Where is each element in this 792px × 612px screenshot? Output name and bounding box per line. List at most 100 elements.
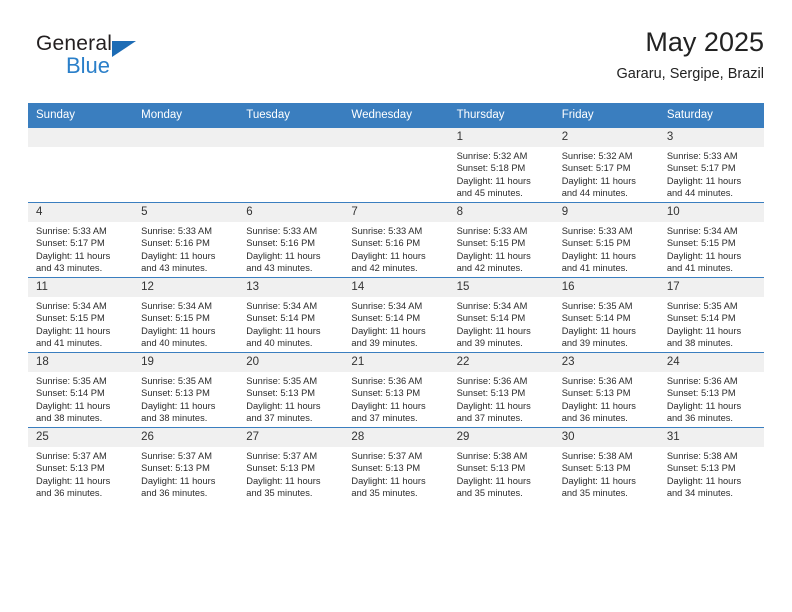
day-details: Sunrise: 5:37 AM Sunset: 5:13 PM Daylight:… (133, 447, 238, 500)
sunset-text: Sunset: 5:13 PM (36, 463, 105, 474)
day-details: Sunrise: 5:33 AM Sunset: 5:16 PM Daylight:… (238, 222, 343, 275)
calendar-day-cell[interactable]: 27 Sunrise: 5:37 AM Sunset: 5:13 PM Dayligh… (238, 427, 344, 502)
calendar-week-row: 25 Sunrise: 5:37 AM Sunset: 5:13 PM Dayligh… (28, 427, 764, 502)
daylight-text-line2: and 43 minutes. (36, 263, 103, 274)
day-number: 30 (553, 428, 659, 447)
daylight-text-line1: Daylight: 11 hours (561, 250, 636, 261)
calendar-day-cell[interactable]: 25 Sunrise: 5:37 AM Sunset: 5:13 PM Dayligh… (28, 427, 134, 502)
calendar-day-cell[interactable]: 30 Sunrise: 5:38 AM Sunset: 5:13 PM Dayligh… (553, 427, 659, 502)
daylight-text-line2: and 35 minutes. (351, 488, 418, 499)
calendar-day-cell[interactable]: 2 Sunrise: 5:32 AM Sunset: 5:17 PM Daylight… (553, 127, 659, 203)
calendar-table: Sunday Monday Tuesday Wednesday Thursday Frid… (28, 103, 764, 502)
sunrise-text: Sunrise: 5:37 AM (141, 451, 212, 461)
calendar-week-row: 18 Sunrise: 5:35 AM Sunset: 5:14 PM Dayligh… (28, 352, 764, 428)
daylight-text-line2: and 41 minutes. (36, 338, 103, 349)
weekday-header-saturday: Saturday (658, 103, 764, 128)
calendar-day-cell[interactable]: 13 Sunrise: 5:34 AM Sunset: 5:14 PM Dayligh… (238, 277, 344, 353)
sunset-text: Sunset: 5:15 PM (666, 238, 736, 249)
sunrise-text: Sunrise: 5:36 AM (456, 376, 528, 386)
daylight-text-line2: and 43 minutes. (141, 263, 208, 274)
day-number: 4 (28, 203, 134, 222)
sunrise-text: Sunrise: 5:34 AM (246, 301, 318, 311)
daylight-text-line1: Daylight: 11 hours (666, 475, 742, 486)
calendar-day-cell[interactable]: 15 Sunrise: 5:34 AM Sunset: 5:14 PM Dayligh… (448, 277, 554, 353)
daylight-text-line1: Daylight: 11 hours (666, 175, 742, 186)
daylight-text-line2: and 34 minutes. (666, 488, 733, 499)
calendar-day-cell[interactable]: 3 Sunrise: 5:33 AM Sunset: 5:17 PM Daylight… (658, 127, 764, 203)
calendar-day-cell[interactable]: 8 Sunrise: 5:33 AM Sunset: 5:15 PM Daylight… (448, 202, 554, 278)
calendar-day-cell[interactable]: 4 Sunrise: 5:33 AM Sunset: 5:17 PM Daylight… (28, 202, 134, 278)
day-number: 1 (448, 128, 554, 147)
calendar-day-cell[interactable]: 12 Sunrise: 5:34 AM Sunset: 5:15 PM Dayligh… (133, 277, 239, 353)
calendar-day-cell[interactable]: 7 Sunrise: 5:33 AM Sunset: 5:16 PM Daylight… (343, 202, 449, 278)
calendar-day-cell[interactable]: 6 Sunrise: 5:33 AM Sunset: 5:16 PM Daylight… (238, 202, 344, 278)
blue-triangle-icon (112, 41, 136, 57)
sunrise-text: Sunrise: 5:35 AM (666, 301, 738, 311)
day-number: 6 (238, 203, 344, 222)
calendar-day-cell[interactable]: 9 Sunrise: 5:33 AM Sunset: 5:15 PM Daylight… (553, 202, 659, 278)
calendar-day-cell[interactable]: 23 Sunrise: 5:36 AM Sunset: 5:13 PM Dayligh… (553, 352, 659, 428)
calendar-day-cell[interactable]: 10 Sunrise: 5:34 AM Sunset: 5:15 PM Dayligh… (658, 202, 764, 278)
daylight-text-line2: and 38 minutes. (36, 413, 103, 424)
calendar-day-cell[interactable]: 20 Sunrise: 5:35 AM Sunset: 5:13 PM Dayligh… (238, 352, 344, 428)
daylight-text-line1: Daylight: 11 hours (351, 400, 426, 411)
day-details: Sunrise: 5:36 AM Sunset: 5:13 PM Daylight:… (343, 372, 448, 425)
calendar-day-cell[interactable]: 28 Sunrise: 5:37 AM Sunset: 5:13 PM Dayligh… (343, 427, 449, 502)
calendar-day-cell[interactable]: 14 Sunrise: 5:34 AM Sunset: 5:14 PM Dayligh… (343, 277, 449, 353)
page-header: General Blue May 2025 Gararu, Sergipe, B… (28, 26, 764, 98)
sunset-text: Sunset: 5:13 PM (561, 463, 631, 474)
calendar-day-cell[interactable]: 21 Sunrise: 5:36 AM Sunset: 5:13 PM Dayligh… (343, 352, 449, 428)
day-number: 24 (658, 353, 764, 372)
brand-logo[interactable]: General Blue (36, 32, 216, 88)
sunset-text: Sunset: 5:13 PM (456, 463, 526, 474)
day-details: Sunrise: 5:38 AM Sunset: 5:13 PM Daylight:… (659, 447, 764, 500)
calendar-day-cell[interactable]: 17 Sunrise: 5:35 AM Sunset: 5:14 PM Dayligh… (658, 277, 764, 353)
day-details: Sunrise: 5:38 AM Sunset: 5:13 PM Daylight:… (449, 447, 554, 500)
sunset-text: Sunset: 5:14 PM (246, 313, 316, 324)
calendar-day-cell[interactable]: 11 Sunrise: 5:34 AM Sunset: 5:15 PM Dayligh… (28, 277, 134, 353)
day-details: Sunrise: 5:35 AM Sunset: 5:14 PM Daylight:… (659, 297, 764, 350)
calendar-day-cell[interactable]: 26 Sunrise: 5:37 AM Sunset: 5:13 PM Dayligh… (133, 427, 239, 502)
calendar-day-cell[interactable]: 31 Sunrise: 5:38 AM Sunset: 5:13 PM Dayligh… (658, 427, 764, 502)
calendar-day-cell[interactable]: 29 Sunrise: 5:38 AM Sunset: 5:13 PM Dayligh… (448, 427, 554, 502)
weekday-header-tuesday: Tuesday (238, 103, 344, 128)
day-details: Sunrise: 5:34 AM Sunset: 5:15 PM Daylight:… (28, 297, 133, 350)
daylight-text-line1: Daylight: 11 hours (456, 175, 531, 186)
calendar-day-cell[interactable]: 18 Sunrise: 5:35 AM Sunset: 5:14 PM Dayligh… (28, 352, 134, 428)
daylight-text-line1: Daylight: 11 hours (351, 325, 426, 336)
sunset-text: Sunset: 5:15 PM (456, 238, 526, 249)
calendar-day-cell[interactable]: 16 Sunrise: 5:35 AM Sunset: 5:14 PM Dayligh… (553, 277, 659, 353)
sunset-text: Sunset: 5:17 PM (36, 238, 105, 249)
day-number: 17 (658, 278, 764, 297)
day-number: 7 (343, 203, 449, 222)
calendar-day-cell[interactable]: 19 Sunrise: 5:35 AM Sunset: 5:13 PM Dayligh… (133, 352, 239, 428)
calendar-day-cell[interactable]: 24 Sunrise: 5:36 AM Sunset: 5:13 PM Dayligh… (658, 352, 764, 428)
day-details: Sunrise: 5:37 AM Sunset: 5:13 PM Daylight:… (238, 447, 343, 500)
calendar-week-row: 11 Sunrise: 5:34 AM Sunset: 5:15 PM Dayligh… (28, 277, 764, 353)
sunset-text: Sunset: 5:16 PM (246, 238, 316, 249)
sunset-text: Sunset: 5:15 PM (561, 238, 631, 249)
sunrise-text: Sunrise: 5:35 AM (141, 376, 212, 386)
daylight-text-line1: Daylight: 11 hours (246, 475, 321, 486)
day-details: Sunrise: 5:33 AM Sunset: 5:17 PM Daylight:… (659, 147, 764, 200)
sunset-text: Sunset: 5:13 PM (666, 463, 736, 474)
daylight-text-line1: Daylight: 11 hours (456, 250, 531, 261)
sunrise-text: Sunrise: 5:34 AM (456, 301, 528, 311)
day-number: 21 (343, 353, 449, 372)
daylight-text-line2: and 36 minutes. (141, 488, 208, 499)
day-number: 8 (448, 203, 554, 222)
sunrise-text: Sunrise: 5:37 AM (351, 451, 423, 461)
calendar-day-cell-empty (133, 127, 239, 203)
day-number: 26 (133, 428, 239, 447)
daylight-text-line1: Daylight: 11 hours (561, 475, 636, 486)
day-details: Sunrise: 5:35 AM Sunset: 5:14 PM Daylight:… (28, 372, 133, 425)
day-number: 12 (133, 278, 239, 297)
calendar-day-cell[interactable]: 1 Sunrise: 5:32 AM Sunset: 5:18 PM Daylight… (448, 127, 554, 203)
calendar-day-cell[interactable]: 5 Sunrise: 5:33 AM Sunset: 5:16 PM Daylight… (133, 202, 239, 278)
day-details: Sunrise: 5:37 AM Sunset: 5:13 PM Daylight:… (28, 447, 133, 500)
day-number: 5 (133, 203, 239, 222)
calendar-day-cell[interactable]: 22 Sunrise: 5:36 AM Sunset: 5:13 PM Dayligh… (448, 352, 554, 428)
day-number (133, 128, 239, 147)
calendar-day-cell-empty (343, 127, 449, 203)
sunset-text: Sunset: 5:18 PM (456, 163, 526, 174)
